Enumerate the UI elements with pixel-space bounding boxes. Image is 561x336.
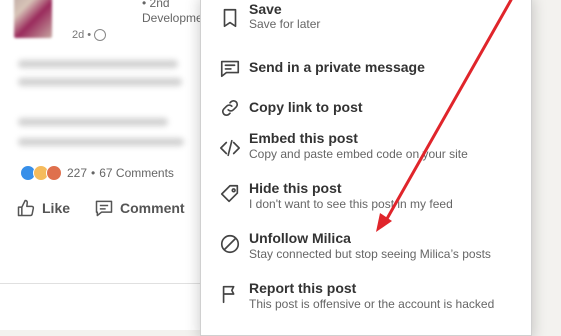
menu-item-title: Save — [249, 1, 282, 17]
menu-item-subtitle: Copy and paste embed code on your site — [249, 147, 468, 161]
menu-item-save[interactable]: Save Save for later — [201, 0, 531, 39]
menu-item-copy-link[interactable]: Copy link to post — [201, 85, 531, 129]
comment-icon — [95, 200, 113, 217]
message-icon — [219, 57, 241, 79]
menu-item-subtitle: Save for later — [249, 17, 321, 31]
menu-item-unfollow[interactable]: Unfollow Milica Stay connected but stop … — [201, 225, 531, 269]
link-icon — [219, 97, 241, 119]
reactions-count[interactable]: 227 — [67, 166, 87, 180]
post-time-label: 2d • — [72, 29, 92, 41]
post-actions: Like Comment — [16, 198, 185, 218]
menu-item-embed-post[interactable]: Embed this post Copy and paste embed cod… — [201, 125, 531, 169]
like-button[interactable]: Like — [16, 198, 70, 218]
menu-item-title: Send in a private message — [249, 59, 425, 75]
blurred-text-line — [18, 138, 184, 146]
flag-icon — [219, 283, 241, 305]
author-avatar[interactable] — [14, 0, 52, 38]
like-label: Like — [42, 200, 71, 216]
menu-item-title: Hide this post — [249, 180, 342, 196]
menu-item-send-private-message[interactable]: Send in a private message — [201, 45, 531, 89]
comment-button[interactable]: Comment — [94, 198, 185, 218]
reactions-summary[interactable]: 227 • 67 Comments — [20, 165, 174, 181]
code-icon — [219, 137, 241, 159]
menu-item-title: Unfollow Milica — [249, 230, 351, 246]
blurred-text-line — [18, 118, 168, 126]
comment-label: Comment — [120, 200, 185, 216]
tag-icon — [219, 183, 241, 205]
menu-item-title: Copy link to post — [249, 99, 363, 115]
menu-item-subtitle: I don't want to see this post in my feed — [249, 197, 453, 211]
menu-item-report-post[interactable]: Report this post This post is offensive … — [201, 275, 531, 319]
blurred-text-line — [18, 60, 178, 68]
globe-icon — [94, 29, 107, 41]
bookmark-icon — [219, 7, 241, 29]
menu-item-title: Embed this post — [249, 130, 358, 146]
separator-dot: • — [91, 166, 96, 180]
menu-item-subtitle: This post is offensive or the account is… — [249, 297, 495, 311]
comments-count[interactable]: 67 Comments — [99, 166, 174, 180]
thumbs-up-icon — [17, 199, 35, 217]
love-reaction-icon — [46, 165, 62, 181]
menu-item-title: Report this post — [249, 280, 357, 296]
block-icon — [219, 233, 241, 255]
menu-item-hide-post[interactable]: Hide this post I don't want to see this … — [201, 175, 531, 219]
post-options-menu: Save Save for later Send in a private me… — [200, 0, 532, 336]
menu-item-subtitle: Stay connected but stop seeing Milica’s … — [249, 247, 491, 261]
author-degree: • 2nd — [142, 0, 170, 10]
post-timestamp: 2d • — [72, 29, 107, 41]
feed-post-card: • 2nd Development 2d • 227 • 67 Comments… — [0, 0, 213, 330]
post-divider — [0, 283, 200, 284]
blurred-text-line — [18, 78, 182, 86]
